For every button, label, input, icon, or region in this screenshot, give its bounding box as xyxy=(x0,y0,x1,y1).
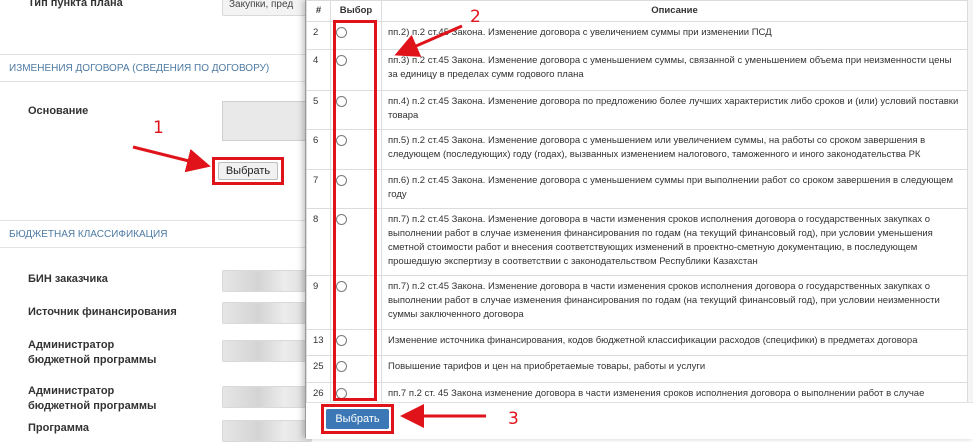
col-choice-header: Выбор xyxy=(330,0,382,22)
funding-source-field[interactable] xyxy=(222,302,312,324)
section-budget-classification: БЮДЖЕТНАЯ КЛАССИФИКАЦИЯ xyxy=(0,220,305,248)
row-num: 4 xyxy=(306,49,331,91)
row-description: пп.2) п.2 ст.45 Закона. Изменение догово… xyxy=(381,21,968,50)
budget-admin-field-1[interactable] xyxy=(222,340,312,362)
row-num: 6 xyxy=(306,129,331,170)
row-description: пп.6) п.2 ст.45 Закона. Изменение догово… xyxy=(381,169,968,209)
table-row[interactable]: 2 пп.2) п.2 ст.45 Закона. Изменение дого… xyxy=(306,21,968,50)
radio-option[interactable] xyxy=(336,361,347,372)
radio-option[interactable] xyxy=(336,281,347,292)
row-num: 9 xyxy=(306,275,331,330)
program-label: Программа xyxy=(28,422,90,434)
table-row[interactable]: 25 Повышение тарифов и цен на приобретае… xyxy=(306,355,968,383)
table-row[interactable]: 5 пп.4) п.2 ст.45 Закона. Изменение дого… xyxy=(306,90,968,130)
options-scroll-area[interactable]: # Выбор Описание 2 пп.2) п.2 ст.45 Закон… xyxy=(306,0,968,402)
row-description: пп.7 п.2 ст. 45 Закона изменение договор… xyxy=(381,382,968,402)
table-row[interactable]: 8 пп.7) п.2 ст.45 Закона. Изменение дого… xyxy=(306,208,968,276)
basis-field[interactable] xyxy=(222,101,312,141)
row-description: Изменение источника финансирования, кодо… xyxy=(381,329,968,356)
plan-type-label: Тип пункта плана xyxy=(28,0,123,9)
row-description: пп.4) п.2 ст.45 Закона. Изменение догово… xyxy=(381,90,968,130)
radio-option[interactable] xyxy=(336,175,347,186)
plan-type-field[interactable]: Закупки, пред xyxy=(222,0,312,16)
radio-option[interactable] xyxy=(336,214,347,225)
row-num: 8 xyxy=(306,208,331,276)
row-num: 26 xyxy=(306,382,331,402)
radio-option[interactable] xyxy=(336,55,347,66)
funding-source-label: Источник финансирования xyxy=(28,306,177,318)
modal-footer: Выбрать xyxy=(306,402,973,439)
table-row[interactable]: 4 пп.3) п.2 ст.45 Закона. Изменение дого… xyxy=(306,49,968,91)
table-row[interactable]: 9 пп.7) п.2 ст.45 Закона. Изменение дого… xyxy=(306,275,968,330)
col-description-header: Описание xyxy=(381,0,968,22)
row-num: 25 xyxy=(306,355,331,383)
choose-basis-button-highlight[interactable]: Выбрать xyxy=(212,157,284,185)
submit-choose-button[interactable]: Выбрать xyxy=(326,409,389,429)
vertical-scrollbar[interactable] xyxy=(968,0,973,402)
table-header-row: # Выбор Описание xyxy=(306,0,968,22)
radio-option[interactable] xyxy=(336,388,347,399)
program-field[interactable] xyxy=(222,420,312,442)
row-description: Повышение тарифов и цен на приобретаемые… xyxy=(381,355,968,383)
row-num: 5 xyxy=(306,90,331,130)
submit-button-highlight: Выбрать xyxy=(321,404,394,434)
radio-option[interactable] xyxy=(336,135,347,146)
table-row[interactable]: 7 пп.6) п.2 ст.45 Закона. Изменение дого… xyxy=(306,169,968,209)
bin-label: БИН заказчика xyxy=(28,273,108,285)
budget-admin-label-1: Администратор бюджетной программы xyxy=(28,339,157,366)
basis-label: Основание xyxy=(28,105,89,117)
radio-option[interactable] xyxy=(336,335,347,346)
choose-basis-button[interactable]: Выбрать xyxy=(218,162,278,180)
row-num: 7 xyxy=(306,169,331,209)
options-table: # Выбор Описание 2 пп.2) п.2 ст.45 Закон… xyxy=(306,0,968,402)
basis-selection-modal: # Выбор Описание 2 пп.2) п.2 ст.45 Закон… xyxy=(305,0,973,439)
row-num: 13 xyxy=(306,329,331,356)
budget-admin-label-2: Администратор бюджетной программы xyxy=(28,385,157,412)
budget-admin-field-2[interactable] xyxy=(222,386,312,408)
row-description: пп.7) п.2 ст.45 Закона. Изменение догово… xyxy=(381,275,968,330)
row-description: пп.3) п.2 ст.45 Закона. Изменение догово… xyxy=(381,49,968,91)
table-row[interactable]: 6 пп.5) п.2 ст.45 Закона. Изменение дого… xyxy=(306,129,968,170)
row-description: пп.7) п.2 ст.45 Закона. Изменение догово… xyxy=(381,208,968,276)
col-num-header: # xyxy=(306,0,331,22)
table-row[interactable]: 26 пп.7 п.2 ст. 45 Закона изменение дого… xyxy=(306,382,968,402)
radio-option[interactable] xyxy=(336,27,347,38)
row-description: пп.5) п.2 ст.45 Закона. Изменение догово… xyxy=(381,129,968,170)
section-contract-changes: ИЗМЕНЕНИЯ ДОГОВОРА (СВЕДЕНИЯ ПО ДОГОВОРУ… xyxy=(0,54,305,82)
table-row[interactable]: 13 Изменение источника финансирования, к… xyxy=(306,329,968,356)
radio-option[interactable] xyxy=(336,96,347,107)
row-num: 2 xyxy=(306,21,331,50)
bin-field[interactable] xyxy=(222,270,312,292)
